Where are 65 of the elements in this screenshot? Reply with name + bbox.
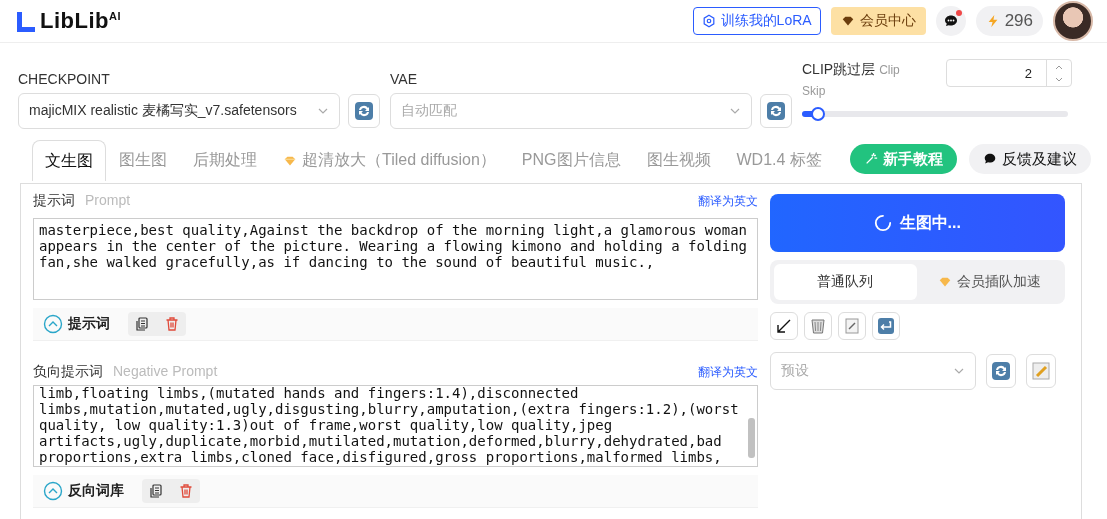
member-center-button[interactable]: 会员中心: [830, 7, 926, 35]
generate-button[interactable]: 生图中...: [769, 194, 1065, 252]
tab[interactable]: 后期处理: [180, 139, 270, 181]
spinner-icon: [873, 214, 892, 232]
refresh-icon: [354, 101, 374, 121]
tab[interactable]: 文生图: [32, 140, 106, 181]
undo-button[interactable]: [871, 312, 900, 340]
hexagon-icon: [701, 14, 716, 28]
copy-icon[interactable]: [134, 316, 150, 332]
negative-prompt-label: 负向提示词: [33, 363, 103, 381]
undo-icon: [876, 317, 895, 335]
chat-icon: [983, 152, 997, 166]
prompt-field[interactable]: masterpiece,best quality,Against the backdrop of the morning light,a glamorous woman appears in the center of the picture. Wearing a flowing kimono and holding a folding fan,she walked gracefully,as if dancing to the sound of beautiful music.,: [33, 218, 758, 300]
queue-tab[interactable]: 会员插队加速: [917, 264, 1061, 300]
sparkle-wand-icon: [864, 152, 878, 166]
tab[interactable]: 图生视频: [633, 139, 724, 181]
trash-icon[interactable]: [164, 316, 180, 332]
chat-icon: [942, 13, 959, 29]
tab[interactable]: PNG图片信息: [508, 139, 634, 181]
scrollbar[interactable]: [747, 418, 755, 458]
tab[interactable]: 图生图: [106, 139, 180, 181]
checkpoint-label: CHECKPOINT: [18, 71, 111, 87]
trash-icon: [808, 317, 827, 335]
prompt-sublabel: Prompt: [85, 192, 131, 208]
slider-thumb[interactable]: [810, 107, 825, 121]
clip-skip-label: CLIP跳过层 Clip Skip: [802, 60, 901, 100]
refresh-button[interactable]: [760, 94, 792, 128]
arrow-icon: [774, 317, 793, 335]
points-button[interactable]: 296: [975, 6, 1043, 36]
copy-icon[interactable]: [148, 483, 164, 499]
chevron-up-icon: [43, 314, 63, 334]
negative-prompt-field[interactable]: limb,floating limbs,(mutated hands and fingers:1.4),disconnected limbs,mutation,mutated,ugly,disgusting,blurry,amputation,(extra fingers:1.2),(worst quality, low quality:1.3)out of frame,worst quality,low quality,jpeg artifacts,ugly,duplicate,morbid,mutilated,mutation,deformed,blurry,dehydrated,bad proportions,extra limbs,cloned face,disfigured,gross proportions,malformed limbs,: [33, 385, 758, 467]
collapse-toggle[interactable]: 反向词库: [43, 481, 124, 501]
chevron-up-icon: [43, 481, 63, 501]
pencil-icon: [1030, 361, 1051, 381]
refresh-button[interactable]: [348, 94, 380, 128]
trash-icon[interactable]: [178, 483, 194, 499]
tab[interactable]: 超清放大（Tiled diffusion）: [270, 139, 509, 181]
feedback-button[interactable]: 反馈及建议: [969, 144, 1091, 174]
increment-icon[interactable]: [1054, 63, 1064, 70]
negative-prompt-sublabel: Negative Prompt: [113, 363, 218, 379]
notepad-icon: [842, 317, 861, 335]
refresh-button[interactable]: [985, 354, 1016, 388]
trash-button[interactable]: [803, 312, 832, 340]
translate-link[interactable]: 翻译为英文: [697, 193, 758, 210]
diamond-icon: [840, 14, 855, 28]
refresh-icon: [766, 101, 786, 121]
tab[interactable]: WD1.4 标签: [723, 139, 835, 181]
logo-text: LibLib$^{AI}$: [40, 8, 121, 34]
decrement-icon[interactable]: [1054, 76, 1064, 83]
notepad-button[interactable]: [837, 312, 866, 340]
clip-skip-input[interactable]: 2: [946, 59, 1072, 87]
collapse-toggle[interactable]: 提示词: [43, 314, 110, 334]
edit-button[interactable]: [1025, 354, 1056, 388]
train-lora-button[interactable]: 训练我的LoRA: [692, 7, 821, 35]
messages-button[interactable]: [935, 6, 966, 36]
checkpoint-select[interactable]: majicMIX realistic 麦橘写实_v7.safetensors: [18, 93, 340, 129]
refresh-icon: [990, 361, 1011, 381]
prompt-label: 提示词: [33, 192, 75, 210]
logo-icon: [14, 10, 38, 34]
avatar[interactable]: [1053, 1, 1093, 41]
translate-link[interactable]: 翻译为英文: [697, 364, 758, 381]
queue-tab[interactable]: 普通队列: [773, 264, 918, 300]
vae-label: VAE: [390, 71, 418, 87]
send-button[interactable]: [769, 312, 798, 340]
